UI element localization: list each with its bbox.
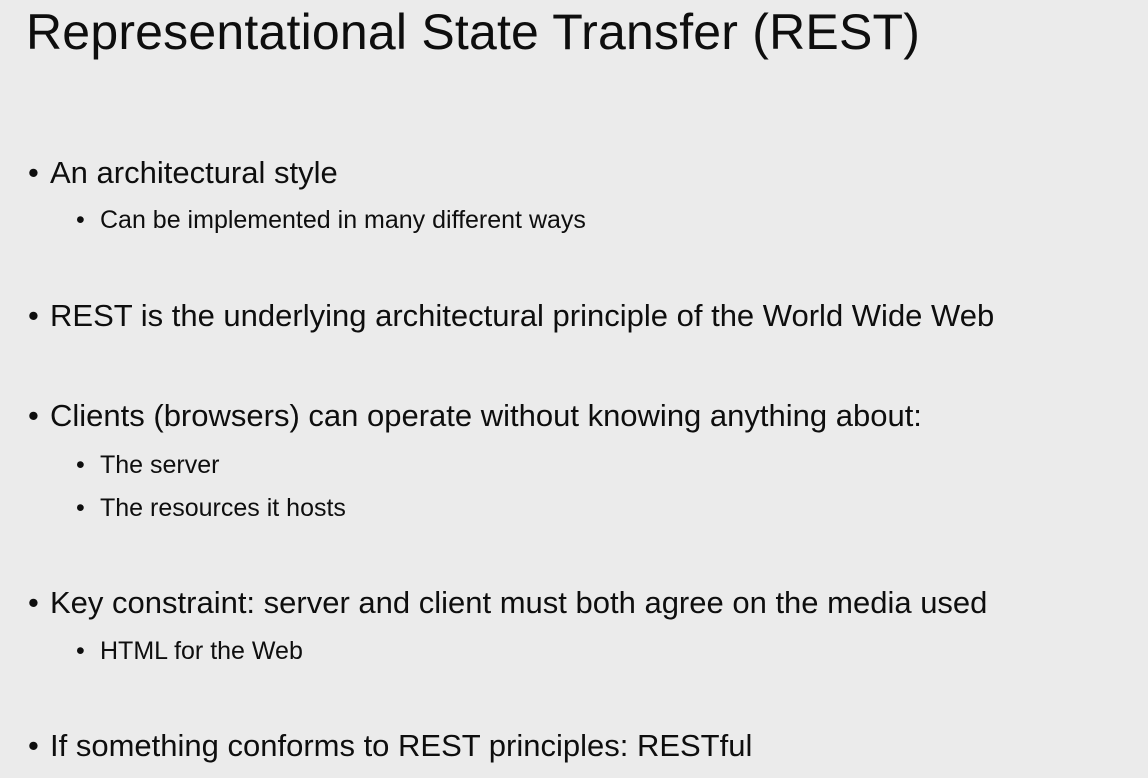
bullet-marker: • xyxy=(76,637,85,665)
bullet-marker: • xyxy=(76,206,85,234)
bullet-item: • REST is the underlying architectural pr… xyxy=(28,297,994,335)
sub-bullet-text: Can be implemented in many different way… xyxy=(100,206,586,234)
bullet-text: REST is the underlying architectural pri… xyxy=(50,298,995,333)
bullet-text: Clients (browsers) can operate without k… xyxy=(50,398,922,433)
bullet-marker: • xyxy=(28,398,39,433)
slide: Representational State Transfer (REST) •… xyxy=(0,0,1148,778)
bullet-marker: • xyxy=(28,585,39,620)
bullet-marker: • xyxy=(76,494,85,522)
bullet-item: • Key constraint: server and client must … xyxy=(28,584,987,622)
bullet-text: An architectural style xyxy=(50,155,338,190)
sub-bullet-text: HTML for the Web xyxy=(100,637,303,665)
bullet-text: Key constraint: server and client must b… xyxy=(50,585,988,620)
bullet-item: • An architectural style xyxy=(28,154,338,192)
bullet-item: • Clients (browsers) can operate without … xyxy=(28,397,922,435)
sub-bullet-item: • Can be implemented in many different wa… xyxy=(76,205,586,235)
bullet-text: If something conforms to REST principles… xyxy=(50,728,753,763)
sub-bullet-text: The resources it hosts xyxy=(100,494,346,522)
bullet-item: • If something conforms to REST principle… xyxy=(28,727,752,765)
sub-bullet-item: • The resources it hosts xyxy=(76,493,346,523)
bullet-marker: • xyxy=(28,298,39,333)
bullet-list: • An architectural style • Can be implemen… xyxy=(0,0,1148,778)
bullet-marker: • xyxy=(76,451,85,479)
sub-bullet-text: The server xyxy=(100,451,220,479)
sub-bullet-item: • HTML for the Web xyxy=(76,636,303,666)
sub-bullet-item: • The server xyxy=(76,450,219,480)
bullet-marker: • xyxy=(28,728,39,763)
bullet-marker: • xyxy=(28,155,39,190)
